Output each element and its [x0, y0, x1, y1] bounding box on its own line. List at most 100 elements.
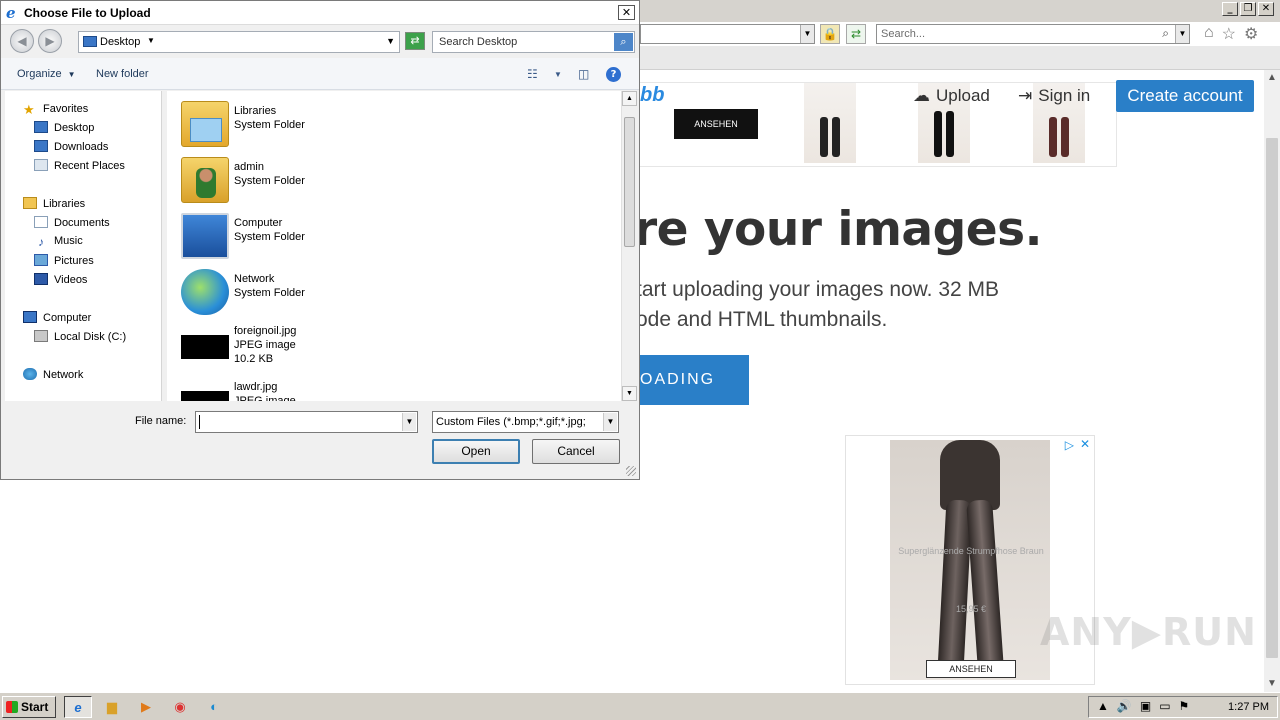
- nav-item-music[interactable]: ♪ Music: [34, 235, 83, 249]
- back-arrow-icon[interactable]: ◀: [10, 29, 34, 53]
- settings-gear-icon[interactable]: ⚙: [1244, 24, 1258, 44]
- resize-grip-icon[interactable]: [626, 466, 636, 476]
- show-hidden-icons-icon[interactable]: ▲: [1097, 699, 1109, 713]
- ad-choices-icon[interactable]: ▷: [1065, 438, 1074, 452]
- anyrun-watermark: ANY▶RUN: [1040, 610, 1257, 654]
- network-tray-icon[interactable]: ▣: [1140, 699, 1151, 713]
- clock[interactable]: 1:27 PM: [1228, 701, 1269, 713]
- file-name-dropdown-icon[interactable]: ▼: [402, 413, 416, 431]
- upload-link[interactable]: ☁ Upload: [913, 86, 990, 106]
- display-icon[interactable]: ▭: [1159, 699, 1170, 713]
- nav-item-recent-places[interactable]: Recent Places: [34, 159, 125, 172]
- file-list: Libraries System Folder admin System Fol…: [167, 91, 621, 401]
- sign-in-link[interactable]: ⇥ Sign in: [1018, 86, 1090, 106]
- nav-item-pictures[interactable]: Pictures: [34, 254, 94, 267]
- action-center-flag-icon[interactable]: ⚑: [1179, 699, 1190, 713]
- start-button[interactable]: Start: [2, 696, 56, 718]
- browser-search-box[interactable]: Search... ⌕ ▼: [876, 24, 1190, 44]
- media-player-taskbar-icon[interactable]: ▶: [132, 696, 160, 718]
- dialog-command-bar: Organize ▼ New folder ☷ ▼ ◫ ?: [1, 58, 639, 90]
- file-type-dropdown-icon[interactable]: ▼: [603, 413, 617, 431]
- sign-in-label: Sign in: [1038, 86, 1091, 105]
- file-list-scroll-thumb[interactable]: [624, 117, 635, 247]
- breadcrumb-location[interactable]: Desktop: [100, 36, 140, 48]
- file-item[interactable]: admin System Folder: [181, 155, 481, 205]
- search-dropdown-icon[interactable]: ▼: [1175, 25, 1189, 43]
- favorites-star-icon[interactable]: ☆: [1222, 24, 1236, 44]
- nav-item-label: Pictures: [54, 255, 94, 267]
- scroll-down-icon[interactable]: ▼: [1264, 676, 1280, 692]
- volume-icon[interactable]: 🔊: [1117, 699, 1132, 713]
- search-icon[interactable]: ⌕: [1162, 26, 1169, 41]
- dialog-close-button[interactable]: ✕: [618, 5, 635, 20]
- start-uploading-button[interactable]: OADING: [636, 355, 749, 405]
- computer-icon: [23, 311, 37, 323]
- view-options-chevron-icon[interactable]: ▼: [554, 70, 562, 79]
- file-item[interactable]: Network System Folder: [181, 267, 481, 317]
- scroll-up-icon[interactable]: ▲: [1264, 70, 1280, 86]
- nav-item-videos[interactable]: Videos: [34, 273, 87, 286]
- explorer-taskbar-icon[interactable]: ▆: [98, 696, 126, 718]
- page-scroll-thumb[interactable]: [1266, 138, 1278, 658]
- scroll-up-icon[interactable]: ▲: [622, 91, 637, 106]
- nav-item-documents[interactable]: Documents: [34, 216, 110, 229]
- chrome-taskbar-icon[interactable]: ◉: [166, 696, 194, 718]
- nav-item-label: Music: [54, 235, 83, 247]
- nav-item-desktop[interactable]: Desktop: [34, 121, 94, 134]
- nav-item-libraries[interactable]: Libraries: [23, 197, 85, 210]
- file-type-select[interactable]: Custom Files (*.bmp;*.gif;*.jpg; ▼: [432, 411, 619, 433]
- nav-item-computer[interactable]: Computer: [23, 311, 91, 324]
- file-item[interactable]: lawdr.jpg JPEG image: [181, 379, 481, 401]
- change-view-icon[interactable]: ☷: [527, 67, 538, 81]
- refresh-arrows-icon[interactable]: ⇄: [405, 32, 425, 50]
- file-list-scrollbar[interactable]: ▲ ▼: [621, 91, 637, 401]
- breadcrumb-chevron-icon[interactable]: ▼: [147, 36, 155, 45]
- address-dropdown-icon[interactable]: ▼: [800, 25, 814, 43]
- close-button[interactable]: ✕: [1258, 2, 1274, 16]
- file-name-input[interactable]: ▼: [195, 411, 418, 433]
- edge-taskbar-icon[interactable]: ◐: [200, 696, 228, 718]
- new-folder-button[interactable]: New folder: [96, 68, 149, 80]
- ie-taskbar-icon[interactable]: e: [64, 696, 92, 718]
- refresh-icon[interactable]: ⇄: [846, 24, 866, 44]
- open-button[interactable]: Open: [432, 439, 520, 464]
- ad-product-image[interactable]: [890, 440, 1050, 680]
- page-scrollbar[interactable]: ▲ ▼: [1264, 70, 1280, 692]
- dialog-search-placeholder: Search Desktop: [439, 36, 518, 48]
- documents-icon: [34, 216, 48, 228]
- address-bar[interactable]: ▼: [640, 24, 815, 44]
- minimize-button[interactable]: _: [1222, 2, 1238, 16]
- nav-item-network[interactable]: Network: [23, 368, 83, 381]
- ad-banner-button[interactable]: ANSEHEN: [674, 109, 758, 139]
- location-dropdown-icon[interactable]: ▼: [386, 36, 395, 46]
- ad-product-leg: [1061, 117, 1069, 157]
- restore-button[interactable]: ❐: [1240, 2, 1256, 16]
- ad-close-icon[interactable]: ✕: [1080, 437, 1090, 451]
- cancel-button[interactable]: Cancel: [532, 439, 620, 464]
- ad-view-button[interactable]: ANSEHEN: [926, 660, 1016, 678]
- file-item[interactable]: foreignoil.jpg JPEG image 10.2 KB: [181, 323, 481, 373]
- nav-item-local-disk[interactable]: Local Disk (C:): [34, 330, 126, 343]
- lock-icon[interactable]: 🔒: [820, 24, 840, 44]
- file-item[interactable]: Computer System Folder: [181, 211, 481, 261]
- file-name: lawdr.jpg: [234, 381, 278, 393]
- file-type-value: Custom Files (*.bmp;*.gif;*.jpg;: [436, 416, 586, 428]
- file-item[interactable]: Libraries System Folder: [181, 99, 481, 149]
- site-logo[interactable]: bb: [640, 84, 664, 107]
- help-icon[interactable]: ?: [606, 67, 621, 82]
- ad-product-image[interactable]: [804, 83, 856, 163]
- nav-item-favorites[interactable]: ★ Favorites: [23, 102, 88, 117]
- search-icon[interactable]: ⌕: [614, 33, 633, 51]
- create-account-button[interactable]: Create account: [1116, 80, 1254, 112]
- dialog-titlebar[interactable]: e Choose File to Upload ✕: [1, 1, 639, 25]
- dialog-search-input[interactable]: Search Desktop ⌕: [432, 31, 635, 53]
- preview-pane-icon[interactable]: ◫: [578, 67, 589, 81]
- home-icon[interactable]: ⌂: [1204, 24, 1214, 44]
- nav-item-downloads[interactable]: Downloads: [34, 140, 108, 153]
- hero-title: re your images.: [634, 202, 1043, 257]
- scroll-down-icon[interactable]: ▼: [622, 386, 637, 401]
- forward-arrow-icon[interactable]: ▶: [38, 29, 62, 53]
- organize-menu[interactable]: Organize ▼: [17, 68, 76, 80]
- dialog-navigation-bar: ◀ ▶ Desktop ▼ ▼ ⇄ Search Desktop ⌕: [1, 25, 639, 58]
- location-breadcrumb[interactable]: Desktop ▼ ▼: [78, 31, 400, 53]
